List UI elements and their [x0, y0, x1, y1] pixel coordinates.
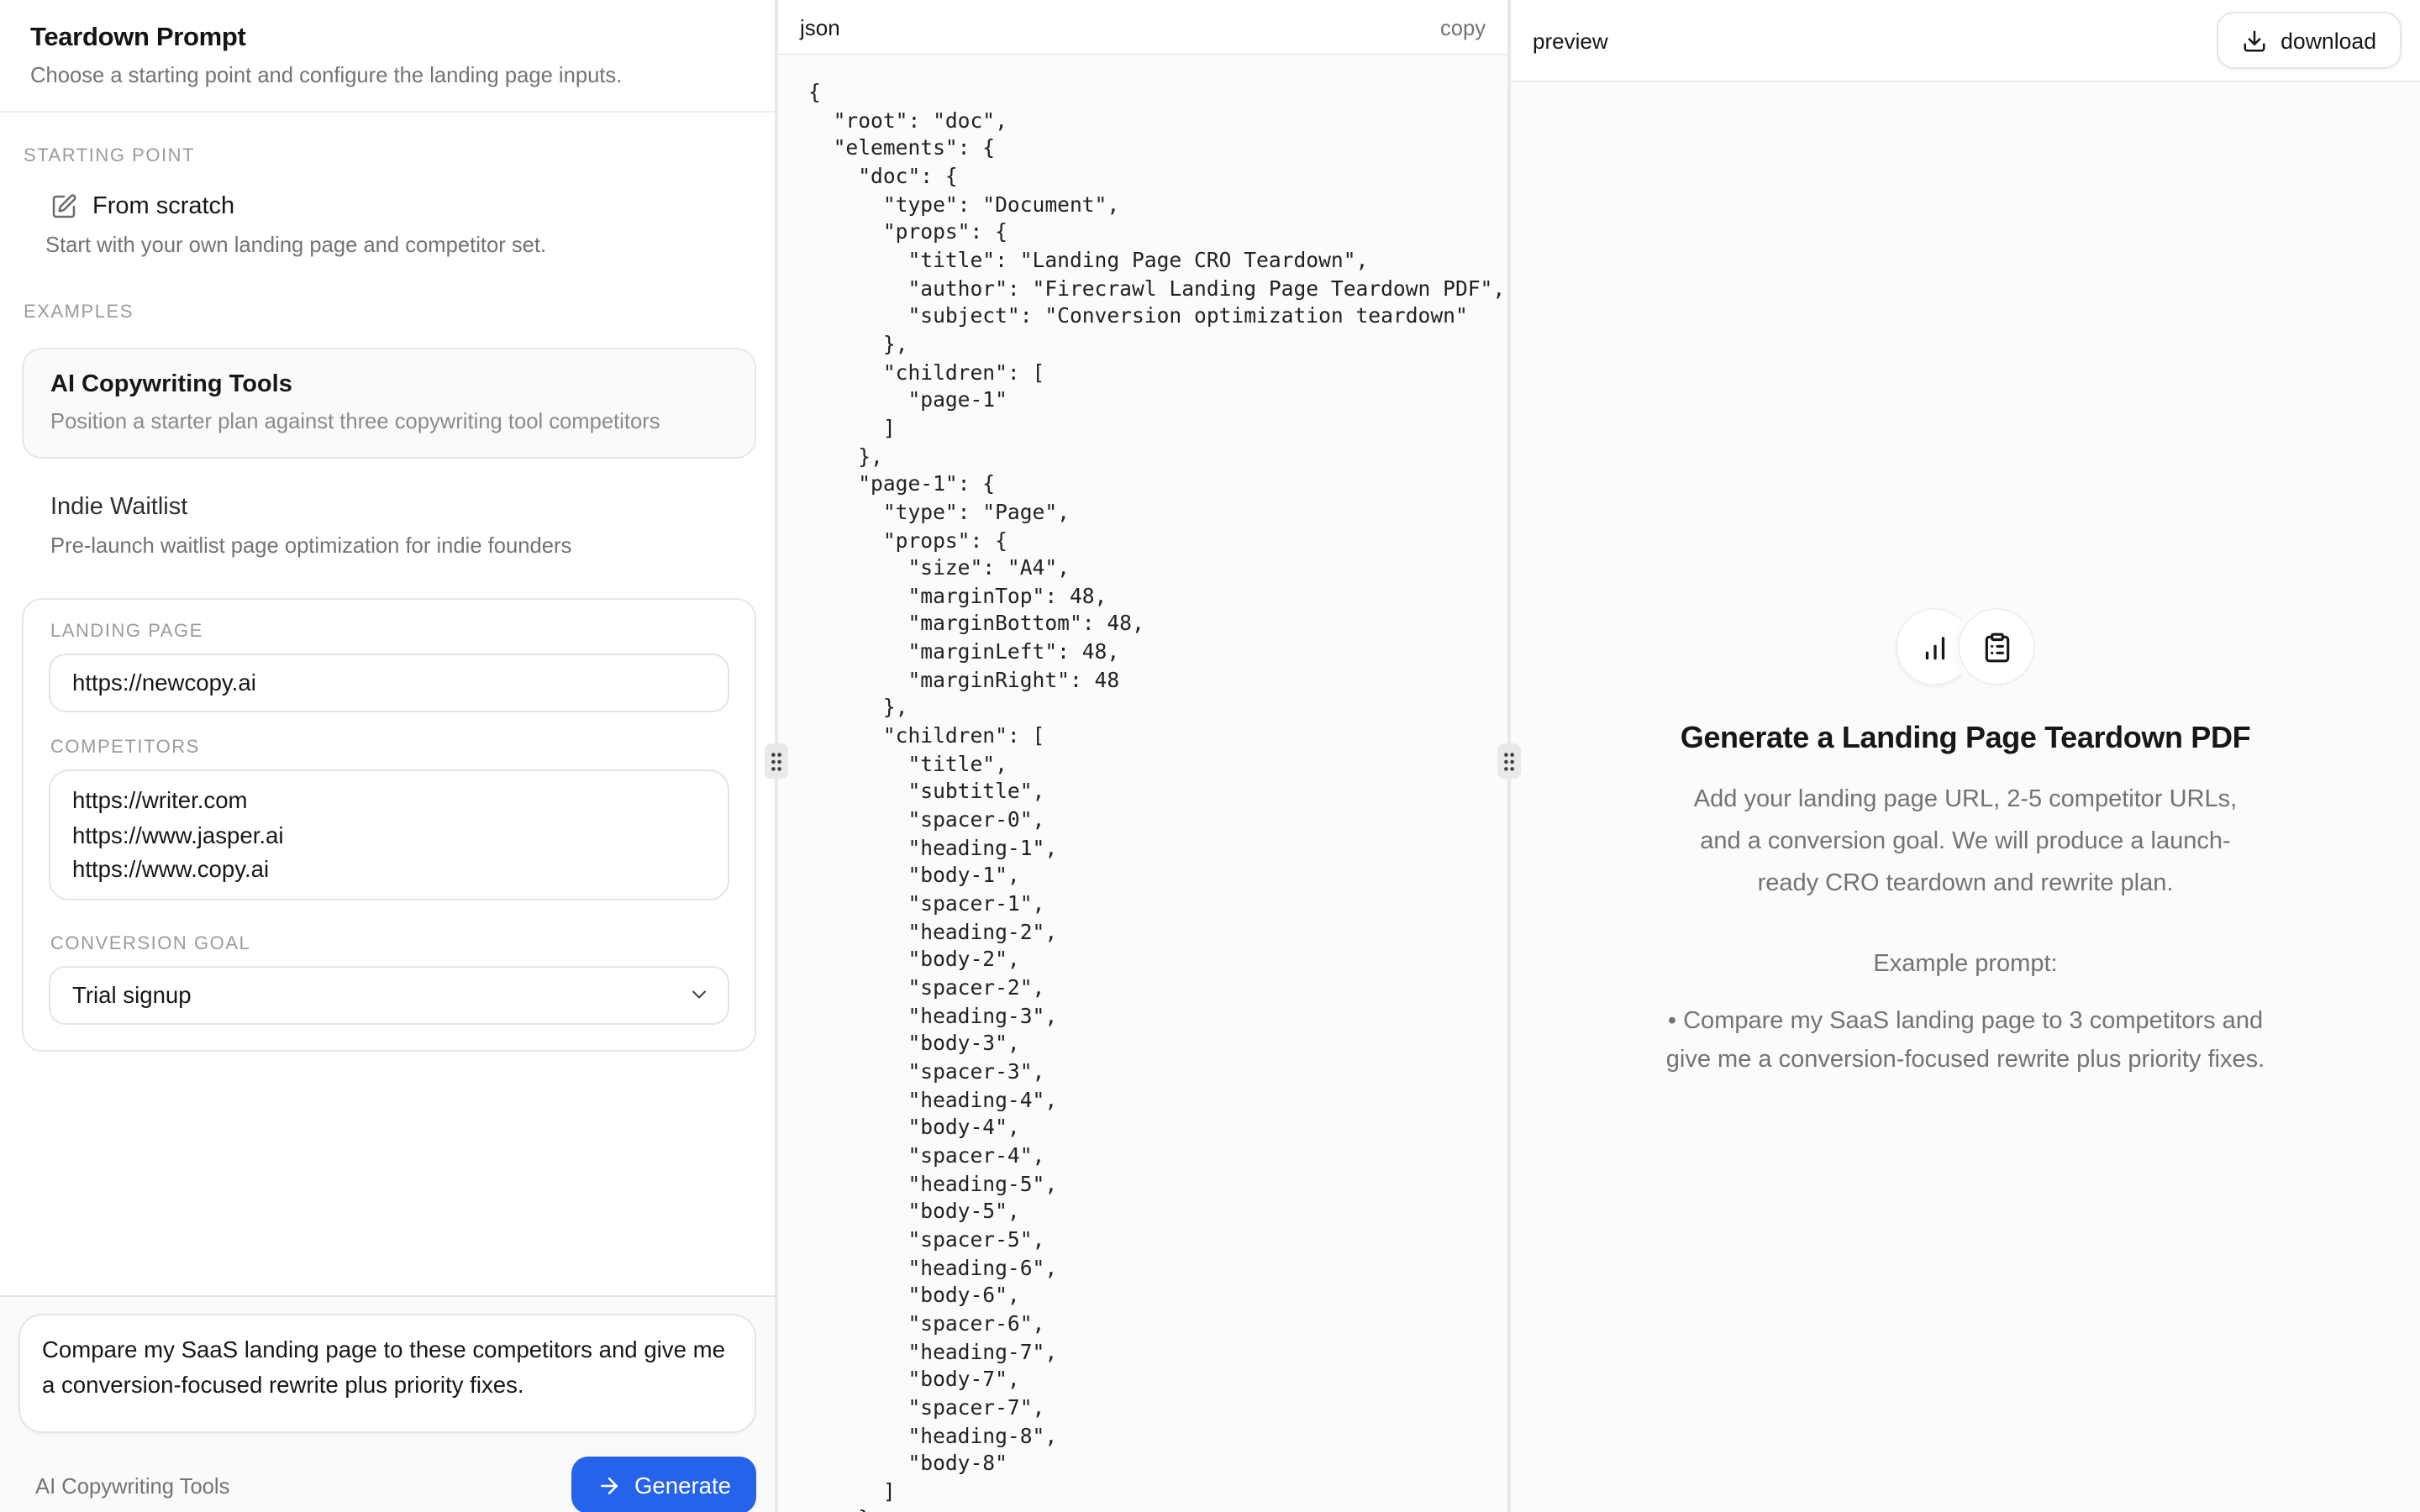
landing-page-label: LANDING PAGE [50, 622, 729, 642]
panel-divider-left [775, 0, 778, 1512]
generate-button[interactable]: Generate [572, 1457, 756, 1512]
from-scratch-description: Start with your own landing page and com… [45, 232, 756, 257]
preview-empty-state: Generate a Landing Page Teardown PDF Add… [1643, 608, 2288, 1079]
preview-tab-label: preview [1533, 28, 1608, 53]
grip-dots-icon [770, 751, 783, 771]
arrow-right-icon [597, 1473, 623, 1498]
competitors-label: COMPETITORS [50, 738, 729, 758]
prompt-textarea[interactable]: Compare my SaaS landing page to these co… [18, 1314, 756, 1433]
teardown-prompt-panel: Teardown Prompt Choose a starting point … [0, 0, 775, 1512]
example-description: Pre-launch waitlist page optimization fo… [50, 533, 756, 558]
json-tab-label: json [800, 14, 840, 39]
left-panel-header: Teardown Prompt Choose a starting point … [0, 0, 775, 113]
empty-state-badges [1643, 608, 2288, 685]
example-title: Indie Waitlist [50, 494, 756, 521]
examples-label: EXAMPLES [24, 302, 756, 323]
json-panel: json copy { "root": "doc", "elements": {… [778, 0, 1507, 1512]
generate-label: Generate [634, 1473, 731, 1498]
landing-page-teardown-app: Teardown Prompt Choose a starting point … [0, 0, 2420, 1512]
conversion-goal-label: CONVERSION GOAL [50, 934, 729, 954]
badge-circle [1958, 608, 2035, 685]
starting-point-label: STARTING POINT [24, 146, 756, 166]
preview-panel-header: preview download [1511, 0, 2420, 82]
resize-handle-right[interactable] [1497, 743, 1521, 779]
json-panel-header: json copy [778, 0, 1507, 55]
panel-divider-right [1507, 0, 1511, 1512]
page-subtitle: Choose a starting point and configure th… [30, 62, 741, 87]
conversion-goal-select[interactable]: Trial signup [49, 966, 729, 1025]
example-title: AI Copywriting Tools [50, 371, 728, 398]
clipboard-list-icon [1981, 631, 2012, 663]
preset-name: AI Copywriting Tools [35, 1473, 229, 1498]
page-title: Teardown Prompt [30, 24, 741, 54]
landing-page-input[interactable] [49, 654, 729, 712]
bar-chart-icon [1918, 631, 1950, 663]
empty-state-description: Add your landing page URL, 2-5 competito… [1693, 780, 2238, 906]
resize-handle-left[interactable] [765, 743, 788, 779]
example-prompt-text: • Compare my SaaS landing page to 3 comp… [1643, 1003, 2288, 1079]
competitors-textarea[interactable]: https://writer.com https://www.jasper.ai… [49, 769, 729, 900]
footer-row: AI Copywriting Tools Generate [18, 1457, 756, 1512]
preview-panel: preview download [1511, 0, 2420, 1512]
copy-button[interactable]: copy [1440, 14, 1486, 39]
inputs-card: LANDING PAGE COMPETITORS https://writer.… [22, 598, 756, 1052]
download-button[interactable]: download [2217, 12, 2402, 69]
square-pen-icon [50, 193, 77, 220]
example-description: Position a starter plan against three co… [50, 408, 728, 433]
example-ai-copywriting-tools[interactable]: AI Copywriting Tools Position a starter … [22, 348, 756, 459]
empty-state-title: Generate a Landing Page Teardown PDF [1643, 721, 2288, 756]
left-panel-body: STARTING POINT From scratch Start with y… [0, 113, 775, 1295]
conversion-goal-select-wrap: Trial signup [49, 966, 729, 1025]
download-icon [2242, 28, 2267, 53]
prompt-footer: Compare my SaaS landing page to these co… [0, 1295, 775, 1512]
preview-body: Generate a Landing Page Teardown PDF Add… [1511, 82, 2420, 1512]
from-scratch-option[interactable]: From scratch [50, 193, 756, 220]
from-scratch-label: From scratch [92, 193, 234, 220]
example-prompt-label: Example prompt: [1643, 951, 2288, 978]
download-label: download [2281, 28, 2376, 53]
grip-dots-icon [1502, 751, 1516, 771]
example-indie-waitlist[interactable]: Indie Waitlist Pre-launch waitlist page … [50, 494, 756, 558]
json-code[interactable]: { "root": "doc", "elements": { "doc": { … [778, 55, 1507, 1512]
